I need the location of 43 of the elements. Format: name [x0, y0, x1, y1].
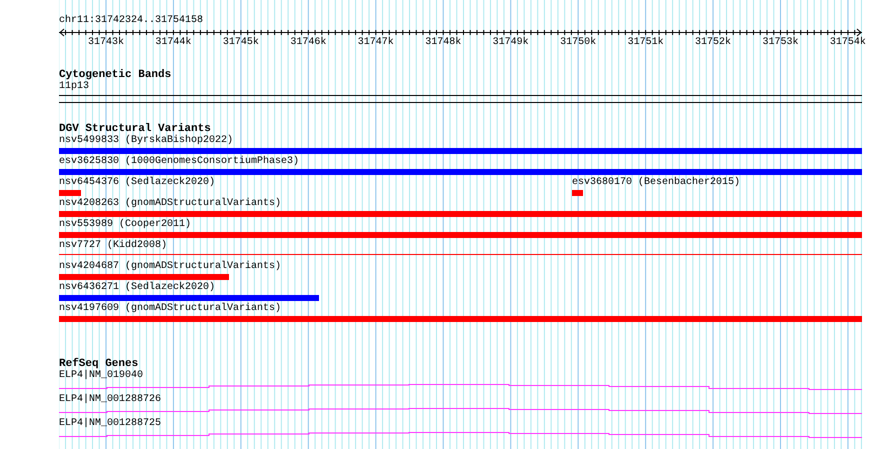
gene-model-line[interactable]	[59, 432, 862, 438]
location-label: chr11:31742324..31754158	[59, 15, 204, 27]
variant-line[interactable]	[59, 254, 862, 255]
variant-label: esv3625830 (1000GenomesConsortiumPhase3)	[59, 156, 300, 168]
track-title: DGV Structural Variants	[59, 123, 211, 135]
variant-bar[interactable]	[59, 190, 81, 196]
ruler-tick-label: 31752k	[695, 37, 732, 49]
variant-label: nsv4204687 (gnomADStructuralVariants)	[59, 261, 282, 273]
gene-label: ELP4|NM_001288725	[59, 418, 162, 430]
variant-label: nsv4197609 (gnomADStructuralVariants)	[59, 303, 282, 315]
gene-label: ELP4|NM_001288726	[59, 394, 162, 406]
variant-label: nsv6454376 (Sedlazeck2020)	[59, 177, 216, 189]
variant-label: nsv553989 (Cooper2011)	[59, 219, 192, 231]
variant-label: esv3680170 (Besenbacher2015)	[572, 177, 740, 189]
variant-bar[interactable]	[59, 316, 862, 322]
variant-label: nsv4208263 (gnomADStructuralVariants)	[59, 198, 282, 210]
ruler-tick-label: 31750k	[560, 37, 596, 49]
variant-bar[interactable]	[59, 295, 319, 301]
ruler-tick-label: 31745k	[222, 37, 259, 49]
variant-label: nsv5499833 (ByrskaBishop2022)	[59, 135, 234, 147]
ruler-tick-label: 31743k	[88, 37, 124, 49]
variant-bar[interactable]	[59, 232, 862, 238]
variant-bar[interactable]	[59, 274, 229, 280]
variant-bar[interactable]	[59, 211, 862, 217]
variant-label: nsv7727 (Kidd2008)	[59, 240, 168, 252]
ruler-tick-label: 31747k	[358, 37, 394, 49]
gene-label: ELP4|NM_019040	[59, 370, 144, 382]
ruler-tick-label: 31746k	[290, 37, 326, 49]
variant-bar[interactable]	[59, 169, 862, 175]
ruler-tick-label: 31751k	[628, 37, 664, 49]
variant-bar[interactable]	[572, 190, 583, 196]
gene-model-line[interactable]	[59, 408, 862, 414]
ruler-tick-label: 31748k	[425, 37, 462, 49]
ruler-tick-label: 31754k	[830, 37, 866, 49]
track-title: Cytogenetic Bands	[59, 69, 172, 81]
track-title: RefSeq Genes	[59, 358, 138, 370]
ruler-tick-label: 31749k	[492, 37, 529, 49]
ruler-tick-label: 31753k	[762, 37, 798, 49]
ruler-tick-label: 31744k	[155, 37, 192, 49]
gene-model-line[interactable]	[59, 384, 862, 390]
band-label: 11p13	[59, 81, 90, 93]
variant-label: nsv6436271 (Sedlazeck2020)	[59, 282, 216, 294]
variant-bar[interactable]	[59, 148, 862, 154]
